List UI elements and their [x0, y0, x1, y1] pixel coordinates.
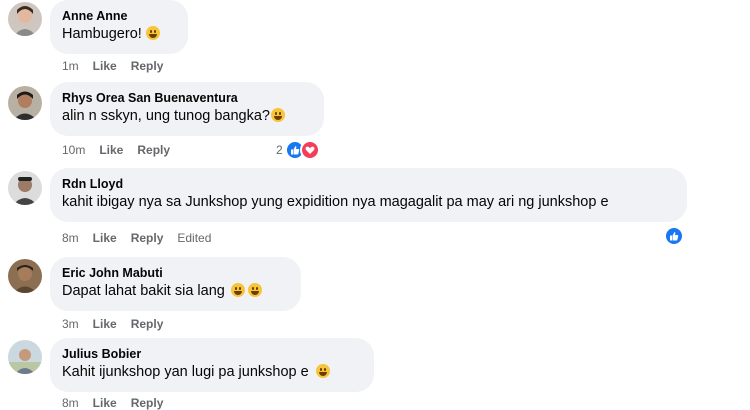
like-button[interactable]: Like	[93, 317, 117, 331]
like-button[interactable]: Like	[99, 143, 123, 157]
comment-bubble: Rdn Lloyd kahit ibigay nya sa Junkshop y…	[50, 168, 687, 222]
comment-bubble: Anne Anne Hambugero!	[50, 0, 188, 54]
comment-text: Hambugero!	[62, 26, 142, 42]
grinning-emoji-icon	[315, 364, 330, 378]
comment-bubble: Rhys Orea San Buenaventura alin n sskyn,…	[50, 82, 324, 136]
comment-time[interactable]: 3m	[62, 317, 79, 331]
comment-text: Kahit ijunkshop yan lugi pa junkshop e	[62, 364, 309, 380]
laughing-emoji-icon	[145, 26, 160, 40]
comment-actions: 3m Like Reply	[62, 317, 177, 331]
comment-text: Dapat lahat bakit sia lang	[62, 283, 225, 299]
comment-text-line: Dapat lahat bakit sia lang	[62, 281, 289, 301]
avatar[interactable]	[8, 340, 42, 374]
comment-time[interactable]: 1m	[62, 59, 79, 73]
reply-button[interactable]: Reply	[131, 317, 164, 331]
avatar[interactable]	[8, 259, 42, 293]
edited-label: Edited	[177, 231, 212, 245]
comment-author[interactable]: Julius Bobier	[62, 346, 362, 362]
avatar[interactable]	[8, 2, 42, 36]
heart-icon	[299, 140, 320, 160]
comment-text: kahit ibigay nya sa Junkshop yung expidi…	[62, 194, 609, 210]
like-button[interactable]: Like	[93, 59, 117, 73]
comment-bubble: Eric John Mabuti Dapat lahat bakit sia l…	[50, 257, 301, 311]
comment-actions: 1m Like Reply	[62, 59, 177, 73]
reply-button[interactable]: Reply	[131, 59, 164, 73]
comment-actions: 10m Like Reply	[62, 143, 184, 157]
comment-text-line: Hambugero!	[62, 24, 176, 44]
grinning-emoji-icon	[230, 283, 245, 297]
comment-author[interactable]: Eric John Mabuti	[62, 265, 289, 281]
reaction-count: 2	[276, 143, 283, 157]
comment-text: alin n sskyn, ung tunog bangka?	[62, 108, 270, 124]
like-button[interactable]: Like	[93, 231, 117, 245]
comment-author[interactable]: Rhys Orea San Buenaventura	[62, 90, 312, 106]
comment-time[interactable]: 8m	[62, 231, 79, 245]
reaction-summary[interactable]	[664, 226, 684, 246]
grinning-emoji-icon	[247, 283, 262, 297]
comment-bubble: Julius Bobier Kahit ijunkshop yan lugi p…	[50, 338, 374, 392]
avatar[interactable]	[8, 171, 42, 205]
reply-button[interactable]: Reply	[137, 143, 170, 157]
avatar[interactable]	[8, 86, 42, 120]
comment-actions: 8m Like Reply Edited	[62, 231, 225, 245]
comment-time[interactable]: 10m	[62, 143, 85, 157]
comment-text-line: alin n sskyn, ung tunog bangka?	[62, 106, 312, 126]
reply-button[interactable]: Reply	[131, 231, 164, 245]
reaction-summary[interactable]: 2	[276, 140, 320, 160]
comment-author[interactable]: Rdn Lloyd	[62, 176, 675, 192]
comment-author[interactable]: Anne Anne	[62, 8, 176, 24]
laughing-emoji-icon	[270, 108, 285, 122]
comment-text-line: Kahit ijunkshop yan lugi pa junkshop e	[62, 362, 362, 382]
like-icon	[664, 226, 684, 246]
